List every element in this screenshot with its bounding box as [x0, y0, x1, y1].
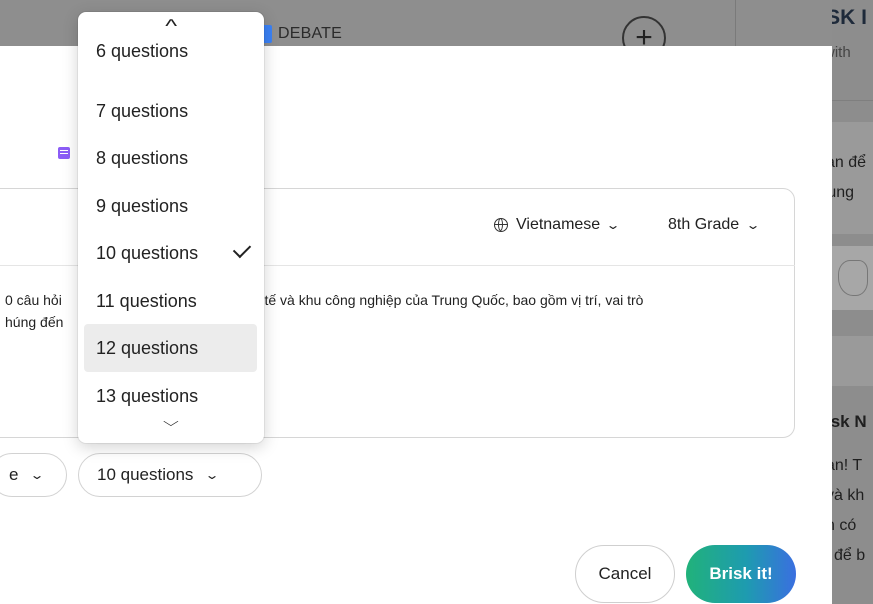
dropdown-option-label: 11 questions [96, 290, 197, 311]
dropdown-option-label: 8 questions [96, 147, 189, 168]
prompt-line-1-left: 0 câu hỏi [5, 292, 62, 308]
prompt-line-2-left: húng đến [5, 314, 64, 330]
option-language-select[interactable]: e ⌄ [0, 453, 67, 497]
sidebar-section-title: isk N [832, 412, 867, 431]
dropdown-option[interactable]: 11 questions [84, 277, 257, 325]
dropdown-option-label: 13 questions [96, 385, 199, 406]
question-count-label: 10 questions [97, 465, 194, 484]
sidebar-para-4: i để b [832, 547, 866, 564]
chevron-down-icon: ⌄ [204, 468, 220, 482]
dropdown-option[interactable]: 12 questions [84, 324, 257, 372]
grade-label: 8th Grade [668, 216, 740, 233]
question-count-select[interactable]: 10 questions ⌄ [78, 453, 262, 497]
sidebar-para-3: n có [832, 517, 857, 534]
debate-label: DEBATE [278, 25, 343, 42]
list-icon [58, 147, 70, 159]
dropdown-option[interactable]: 13 questions [84, 372, 257, 420]
sidebar-band [832, 336, 873, 386]
chevron-down-icon: ⌄ [605, 218, 621, 232]
sidebar-line-2: rung [832, 184, 855, 201]
dropdown-option-label: 9 questions [96, 195, 189, 216]
topbar-divider [735, 0, 736, 46]
background-sidebar: BRISK I with ản để rung isk N ạn! T và k… [832, 0, 873, 604]
option-language-label: e [9, 465, 19, 484]
globe-icon [494, 218, 508, 232]
dropdown-option[interactable]: 7 questions [84, 87, 257, 135]
dropdown-option[interactable]: 10 questions [84, 229, 257, 277]
cancel-button[interactable]: Cancel [575, 545, 675, 603]
sidebar-card [832, 122, 873, 234]
dropdown-option-label: 12 questions [96, 337, 199, 358]
scroll-down-arrow[interactable]: ⌵ [78, 414, 264, 436]
brisk-it-button[interactable]: Brisk it! [686, 545, 796, 603]
sidebar-line-1: ản để [832, 154, 867, 171]
dropdown-option-label: 6 questions [96, 41, 189, 61]
chevron-up-icon: ^ [165, 16, 177, 36]
dropdown-option[interactable]: 9 questions [84, 182, 257, 230]
dropdown-option-label: 7 questions [96, 100, 189, 121]
question-count-dropdown: ^ 6 questions 7 questions 8 questions 9 que… [78, 12, 264, 443]
sidebar-divider [832, 100, 873, 101]
language-select[interactable]: Vietnamese ⌄ [494, 216, 621, 234]
check-icon [232, 239, 252, 259]
sidebar-map-thumbnail [832, 246, 873, 310]
prompt-line-1-right: nh tế và khu công nghiệp của Trung Quốc,… [245, 292, 644, 308]
chevron-down-icon: ⌄ [29, 468, 46, 482]
chevron-down-icon: ⌄ [745, 218, 761, 232]
dropdown-option[interactable]: 8 questions [84, 134, 257, 182]
sidebar-para-2: và kh [832, 487, 865, 504]
sidebar-para-1: ạn! T [832, 457, 863, 474]
chevron-down-icon: ⌵ [163, 414, 179, 429]
scroll-up-arrow[interactable]: ^ [78, 16, 264, 38]
grade-select[interactable]: 8th Grade ⌄ [668, 216, 761, 234]
sidebar-subtitle: with [832, 44, 851, 61]
dropdown-option[interactable]: 6 questions [84, 40, 257, 62]
sidebar-title: BRISK I [832, 6, 868, 29]
language-label: Vietnamese [516, 216, 601, 233]
dropdown-option-label: 10 questions [96, 242, 199, 263]
